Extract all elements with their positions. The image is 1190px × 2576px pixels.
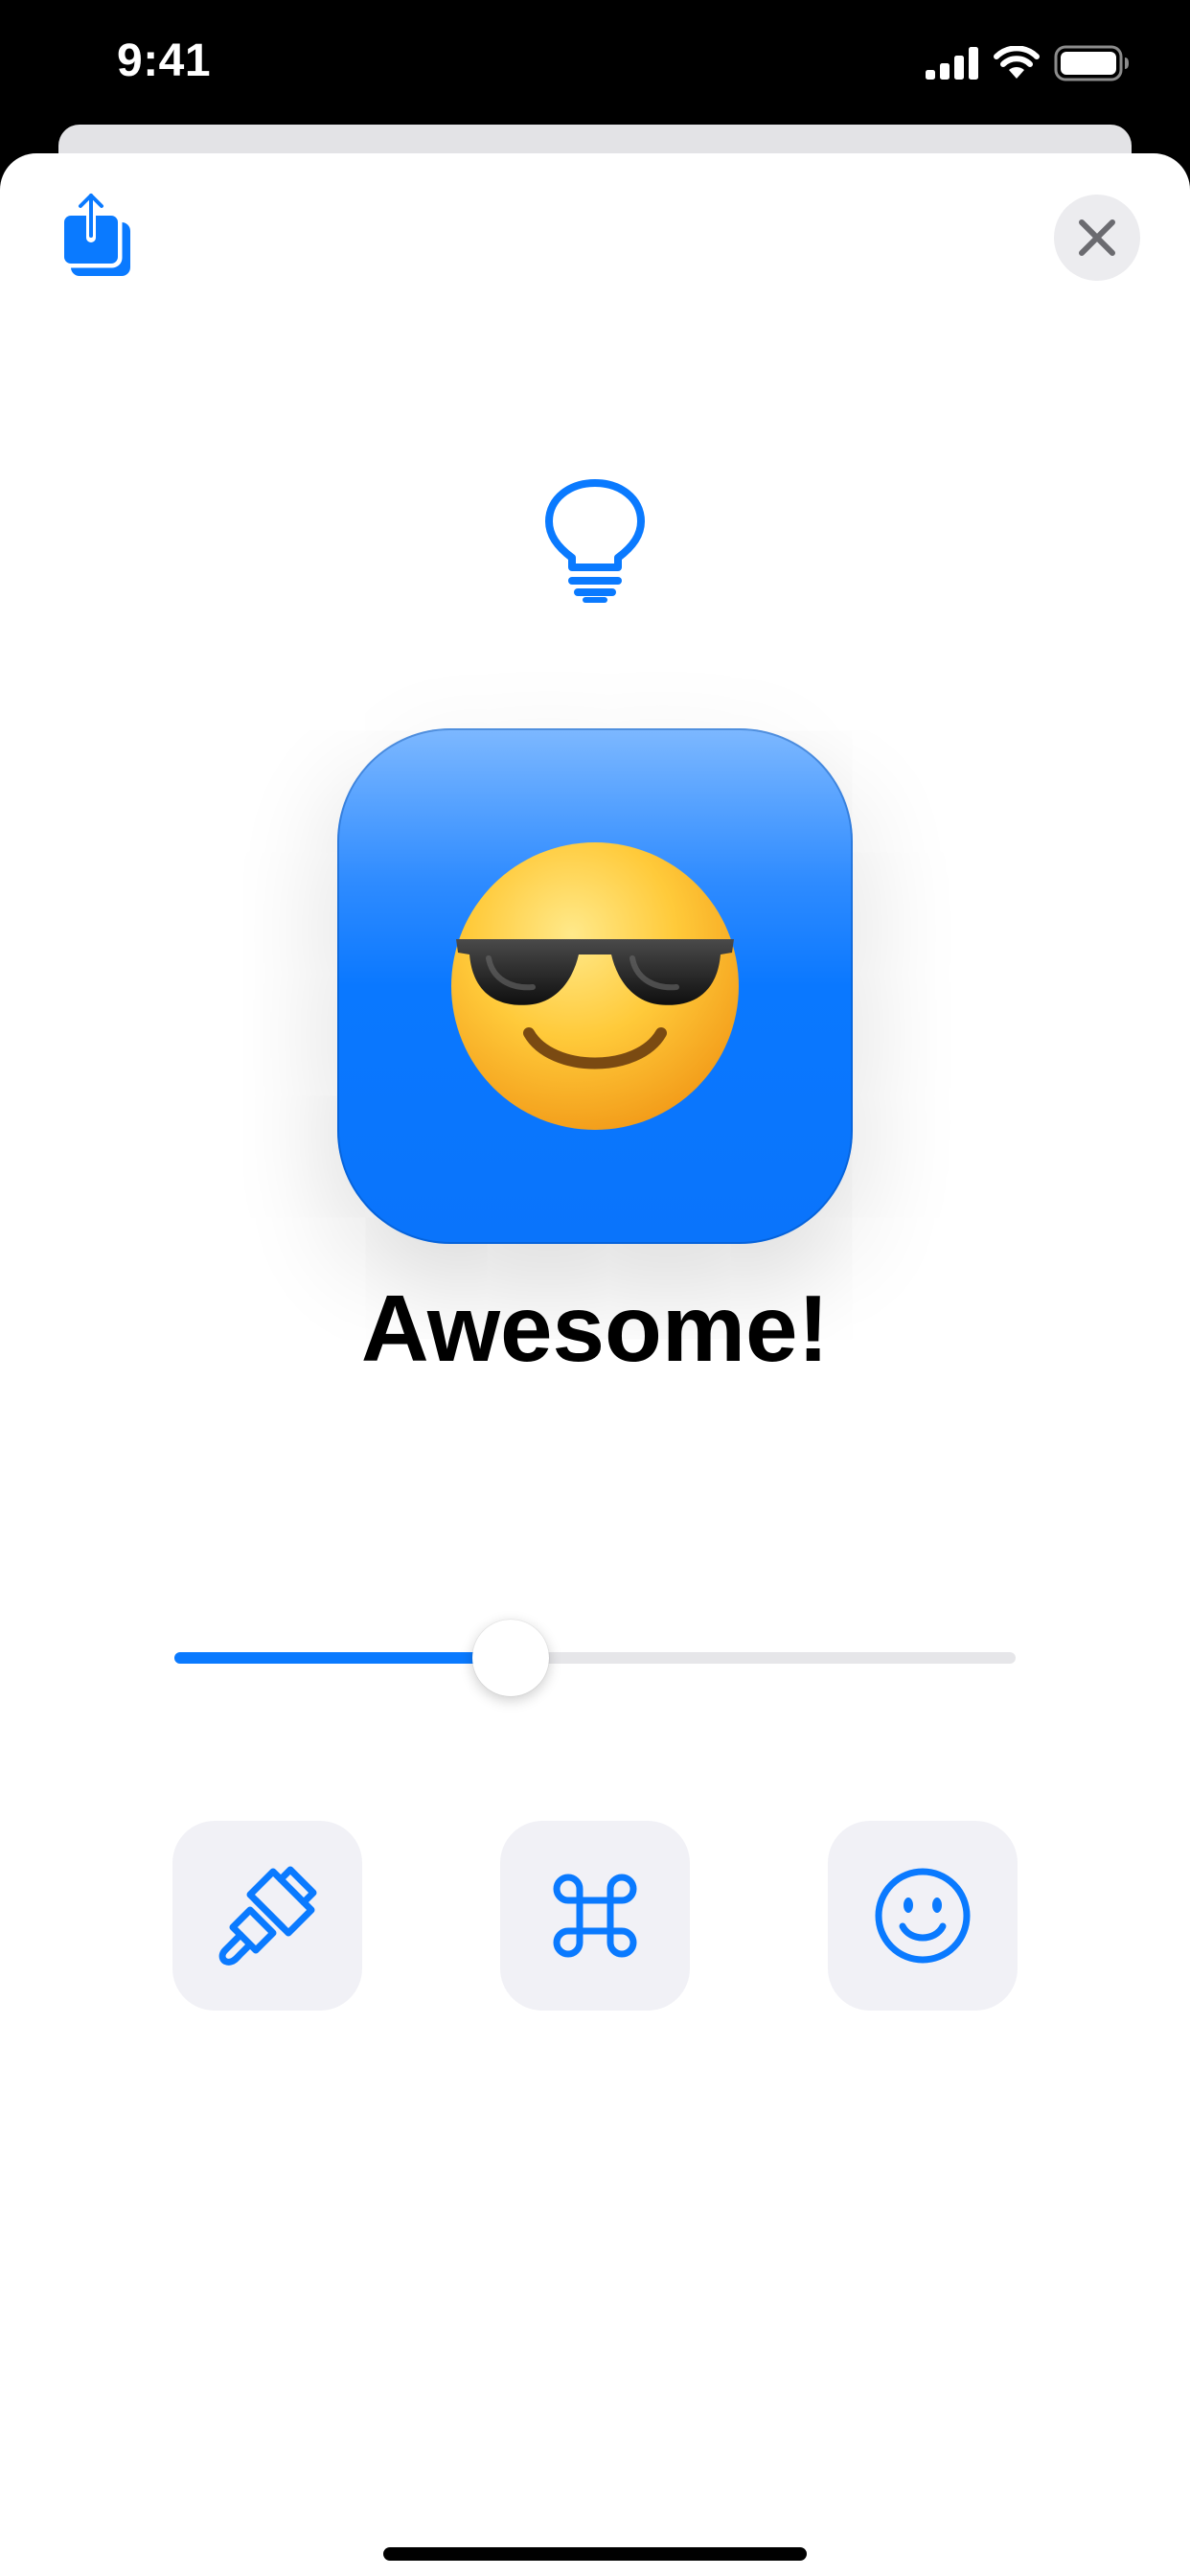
value-slider[interactable] — [174, 1610, 1016, 1706]
page-title: Awesome! — [360, 1276, 830, 1381]
lightbulb-icon — [545, 479, 645, 603]
home-indicator — [383, 2547, 807, 2561]
app-icon-tile — [337, 728, 853, 1244]
battery-icon — [1054, 45, 1129, 81]
status-bar: 9:41 — [0, 0, 1190, 134]
slider-thumb[interactable] — [472, 1620, 549, 1696]
modal-sheet: Awesome! — [0, 153, 1190, 2576]
close-icon — [1079, 219, 1115, 256]
smiley-face-icon — [875, 1868, 971, 1964]
command-button[interactable] — [500, 1821, 690, 2011]
slider-fill — [174, 1652, 511, 1664]
status-time: 9:41 — [117, 35, 212, 86]
wifi-icon — [994, 46, 1040, 79]
paintbrush-button[interactable] — [172, 1821, 362, 2011]
share-button[interactable] — [57, 191, 134, 278]
smiling-face-with-sunglasses-emoji — [451, 842, 739, 1130]
cellular-signal-icon — [926, 47, 978, 80]
share-icon — [59, 191, 130, 276]
emoji-button[interactable] — [828, 1821, 1018, 2011]
command-icon — [553, 1874, 637, 1958]
status-icons — [926, 42, 1131, 84]
close-button[interactable] — [1054, 195, 1140, 281]
paintbrush-icon — [218, 1866, 317, 1966]
